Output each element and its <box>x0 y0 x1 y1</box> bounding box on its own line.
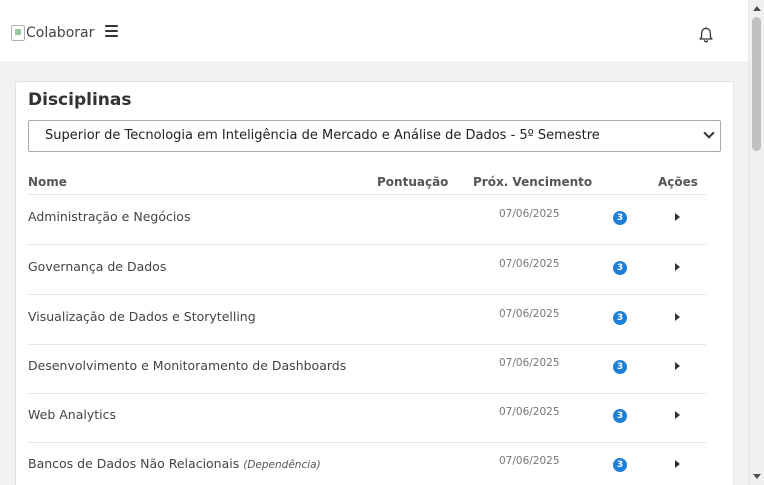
scrollbar-thumb[interactable] <box>752 17 761 151</box>
logo[interactable]: Colaborar <box>11 24 94 42</box>
pending-count-badge: 3 <box>613 360 627 374</box>
due-date: 07/06/2025 <box>499 455 560 467</box>
due-date: 07/06/2025 <box>499 208 560 220</box>
table-row[interactable]: Governança de Dados 07/06/2025 3 <box>28 245 706 295</box>
disciplines-card: Disciplinas Superior de Tecnologia em In… <box>15 81 734 485</box>
pending-count-badge: 3 <box>613 211 627 225</box>
due-date: 07/06/2025 <box>499 308 560 320</box>
caret-right-icon[interactable] <box>675 213 680 221</box>
column-header-due[interactable]: Próx. Vencimento <box>473 175 592 189</box>
due-date: 07/06/2025 <box>499 406 560 418</box>
page-title: Disciplinas <box>28 90 132 110</box>
table-row[interactable]: Administração e Negócios 07/06/2025 3 <box>28 195 706 245</box>
scroll-up-arrow-icon[interactable] <box>753 6 761 11</box>
discipline-name: Governança de Dados <box>28 259 167 274</box>
discipline-name: Web Analytics <box>28 407 116 422</box>
scroll-down-arrow-icon[interactable] <box>753 474 761 479</box>
course-select-value: Superior de Tecnologia em Inteligência d… <box>45 128 600 143</box>
caret-right-icon[interactable] <box>675 313 680 321</box>
broken-image-icon <box>11 25 25 41</box>
caret-right-icon[interactable] <box>675 460 680 468</box>
discipline-name: Desenvolvimento e Monitoramento de Dashb… <box>28 358 347 373</box>
column-header-name[interactable]: Nome <box>28 175 67 189</box>
vertical-scrollbar[interactable] <box>748 0 764 485</box>
logo-alt-text: Colaborar <box>26 25 95 41</box>
table-row[interactable]: Desenvolvimento e Monitoramento de Dashb… <box>28 344 706 394</box>
discipline-name: Visualização de Dados e Storytelling <box>28 309 256 324</box>
due-date: 07/06/2025 <box>499 357 560 369</box>
pending-count-badge: 3 <box>613 261 627 275</box>
pending-count-badge: 3 <box>613 409 627 423</box>
pending-count-badge: 3 <box>613 458 627 472</box>
top-bar: Colaborar <box>0 0 748 61</box>
bell-icon[interactable] <box>697 26 715 44</box>
course-select[interactable]: Superior de Tecnologia em Inteligência d… <box>28 120 721 152</box>
pending-count-badge: 3 <box>613 311 627 325</box>
caret-right-icon[interactable] <box>675 411 680 419</box>
due-date: 07/06/2025 <box>499 258 560 270</box>
column-header-actions: Ações <box>658 175 698 189</box>
hamburger-menu-icon[interactable] <box>105 25 118 37</box>
caret-right-icon[interactable] <box>675 263 680 271</box>
discipline-name: Administração e Negócios <box>28 209 191 224</box>
column-header-score[interactable]: Pontuação <box>377 175 448 189</box>
table-row[interactable]: Bancos de Dados Não Relacionais (Dependê… <box>28 442 706 485</box>
caret-right-icon[interactable] <box>675 362 680 370</box>
discipline-name: Bancos de Dados Não Relacionais (Dependê… <box>28 456 321 471</box>
table-row[interactable]: Visualização de Dados e Storytelling 07/… <box>28 295 706 345</box>
dependency-note: (Dependência) <box>243 459 321 471</box>
table-row[interactable]: Web Analytics 07/06/2025 3 <box>28 393 706 443</box>
chevron-down-icon <box>703 127 715 139</box>
